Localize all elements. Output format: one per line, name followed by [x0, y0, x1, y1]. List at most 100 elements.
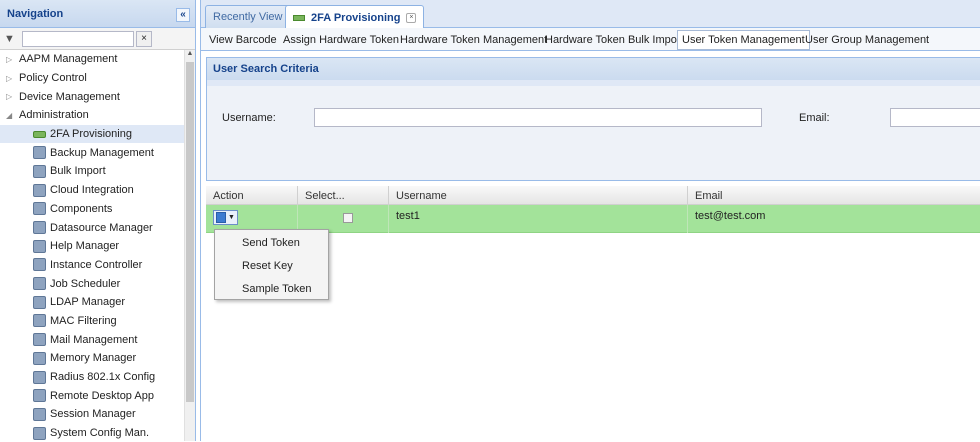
clear-filter-icon[interactable]: × [136, 30, 152, 47]
sidebar-item-instance-controller[interactable]: Instance Controller [0, 256, 184, 275]
sidebar-item-backup-management[interactable]: Backup Management [0, 143, 184, 162]
tab-2fa-provisioning[interactable]: 2FA Provisioning × [285, 5, 425, 29]
column-header-email[interactable]: Email [688, 186, 980, 205]
sidebar-item-label: Remote Desktop App [50, 389, 154, 402]
session-icon [33, 407, 46, 421]
tree-group-policy-control[interactable]: ▷ Policy Control [0, 69, 184, 88]
help-icon [33, 239, 46, 253]
sidebar-item-label: Session Manager [50, 408, 136, 421]
collapse-icon[interactable]: « [176, 8, 190, 22]
instance-icon [33, 258, 46, 272]
sidebar-item-label: Backup Management [50, 146, 154, 159]
tree-group-aapm-management[interactable]: ▷ AAPM Management [0, 50, 184, 69]
sidebar-item-help-manager[interactable]: Help Manager [0, 237, 184, 256]
chevron-down-icon: ▼ [228, 214, 235, 221]
components-icon [33, 202, 46, 216]
backup-icon [33, 146, 46, 160]
tab-hardware-token-bulk-import[interactable]: Hardware Token Bulk Import [541, 30, 688, 50]
scroll-up-icon[interactable]: ▲ [185, 50, 195, 60]
email-cell: test@test.com [695, 210, 766, 222]
scroll-thumb[interactable] [186, 62, 194, 402]
ldap-icon [33, 295, 46, 309]
action-dropdown-menu: Send Token Reset Key Sample Token [214, 229, 329, 300]
mac-icon [33, 314, 46, 328]
tree-group-label: AAPM Management [19, 53, 118, 66]
sidebar-item-job-scheduler[interactable]: Job Scheduler [0, 274, 184, 293]
sidebar-item-label: MAC Filtering [50, 314, 117, 327]
tab-recently-view[interactable]: Recently View [205, 5, 291, 28]
tab-bar: Recently View 2FA Provisioning × [201, 0, 980, 29]
token-icon [293, 14, 305, 21]
sidebar-item-cloud-integration[interactable]: Cloud Integration [0, 181, 184, 200]
sidebar-item-ldap-manager[interactable]: LDAP Manager [0, 293, 184, 312]
sidebar-item-label: Mail Management [50, 333, 138, 346]
action-icon [216, 212, 226, 223]
email-label: Email: [799, 112, 830, 124]
email-input[interactable] [890, 108, 980, 127]
sidebar-item-mail-management[interactable]: Mail Management [0, 330, 184, 349]
criteria-body: Username: Email: [207, 86, 980, 180]
sidebar-item-datasource-manager[interactable]: Datasource Manager [0, 218, 184, 237]
grid-header: Action Select... Username Email [206, 186, 980, 205]
close-icon[interactable]: × [406, 12, 417, 23]
filter-icon[interactable]: ▼ [4, 32, 18, 46]
subtab-bar: View Barcode Assign Hardware Token Hardw… [201, 28, 980, 51]
sidebar-item-system-config[interactable]: System Config Man. [0, 424, 184, 442]
sidebar-item-label: Memory Manager [50, 352, 137, 365]
remote-desktop-icon [33, 389, 46, 403]
tab-user-group-management[interactable]: User Group Management [801, 30, 933, 50]
sidebar-item-memory-manager[interactable]: Memory Manager [0, 349, 184, 368]
column-header-username[interactable]: Username [389, 186, 688, 205]
tab-label: 2FA Provisioning [311, 11, 401, 24]
tab-view-barcode[interactable]: View Barcode [205, 30, 281, 50]
tree-group-administration[interactable]: ◢ Administration [0, 106, 184, 125]
sidebar-item-components[interactable]: Components [0, 200, 184, 219]
mail-icon [33, 333, 46, 347]
sidebar-item-bulk-import[interactable]: Bulk Import [0, 162, 184, 181]
expand-arrow-icon[interactable]: ▷ [6, 55, 19, 64]
nav-filter-input[interactable] [22, 30, 134, 47]
column-header-action[interactable]: Action [206, 186, 298, 205]
menu-item-send-token[interactable]: Send Token [215, 232, 328, 253]
username-input[interactable] [314, 108, 762, 127]
nav-scrollbar[interactable]: ▲ [184, 50, 195, 441]
collapse-arrow-icon[interactable]: ◢ [6, 111, 19, 120]
user-grid: Action Select... Username Email ▼ test1 … [206, 186, 980, 233]
search-criteria-panel: User Search Criteria Username: Email: [206, 57, 980, 181]
config-icon [33, 426, 46, 440]
expand-arrow-icon[interactable]: ▷ [6, 74, 19, 83]
menu-item-sample-token[interactable]: Sample Token [215, 278, 328, 299]
username-label: Username: [222, 112, 276, 124]
row-checkbox[interactable] [343, 213, 353, 223]
username-cell: test1 [389, 205, 688, 233]
sidebar-item-label: Job Scheduler [50, 277, 121, 290]
database-icon [33, 221, 46, 235]
sidebar-item-label: System Config Man. [50, 427, 150, 440]
tab-user-token-management[interactable]: User Token Management [677, 30, 810, 50]
navigation-panel: Navigation « ▼ × ▷ AAPM Management ▷ Pol… [0, 0, 196, 441]
sidebar-item-label: Cloud Integration [50, 184, 134, 197]
menu-item-reset-key[interactable]: Reset Key [215, 255, 328, 276]
sidebar-item-remote-desktop-app[interactable]: Remote Desktop App [0, 386, 184, 405]
radius-icon [33, 370, 46, 384]
sidebar-item-label: Components [50, 202, 113, 215]
expand-arrow-icon[interactable]: ▷ [6, 92, 19, 101]
token-icon [33, 130, 46, 138]
sidebar-item-session-manager[interactable]: Session Manager [0, 405, 184, 424]
sidebar-item-label: 2FA Provisioning [50, 128, 132, 141]
sidebar-item-label: Datasource Manager [50, 221, 153, 234]
nav-tree: ▷ AAPM Management ▷ Policy Control ▷ Dev… [0, 50, 184, 442]
action-menu-button[interactable]: ▼ [213, 210, 238, 225]
main-panel: Recently View 2FA Provisioning × View Ba… [200, 0, 980, 441]
column-header-select[interactable]: Select... [298, 186, 389, 205]
tab-hardware-token-management[interactable]: Hardware Token Management [396, 30, 551, 50]
tree-group-label: Administration [19, 109, 89, 122]
tree-group-device-management[interactable]: ▷ Device Management [0, 87, 184, 106]
sidebar-item-radius-config[interactable]: Radius 802.1x Config [0, 368, 184, 387]
tab-assign-hardware-token[interactable]: Assign Hardware Token [279, 30, 403, 50]
sidebar-item-mac-filtering[interactable]: MAC Filtering [0, 312, 184, 331]
sidebar-item-2fa-provisioning[interactable]: 2FA Provisioning [0, 124, 184, 144]
scheduler-icon [33, 277, 46, 291]
panel-title: User Search Criteria [207, 58, 980, 80]
import-icon [33, 164, 46, 178]
